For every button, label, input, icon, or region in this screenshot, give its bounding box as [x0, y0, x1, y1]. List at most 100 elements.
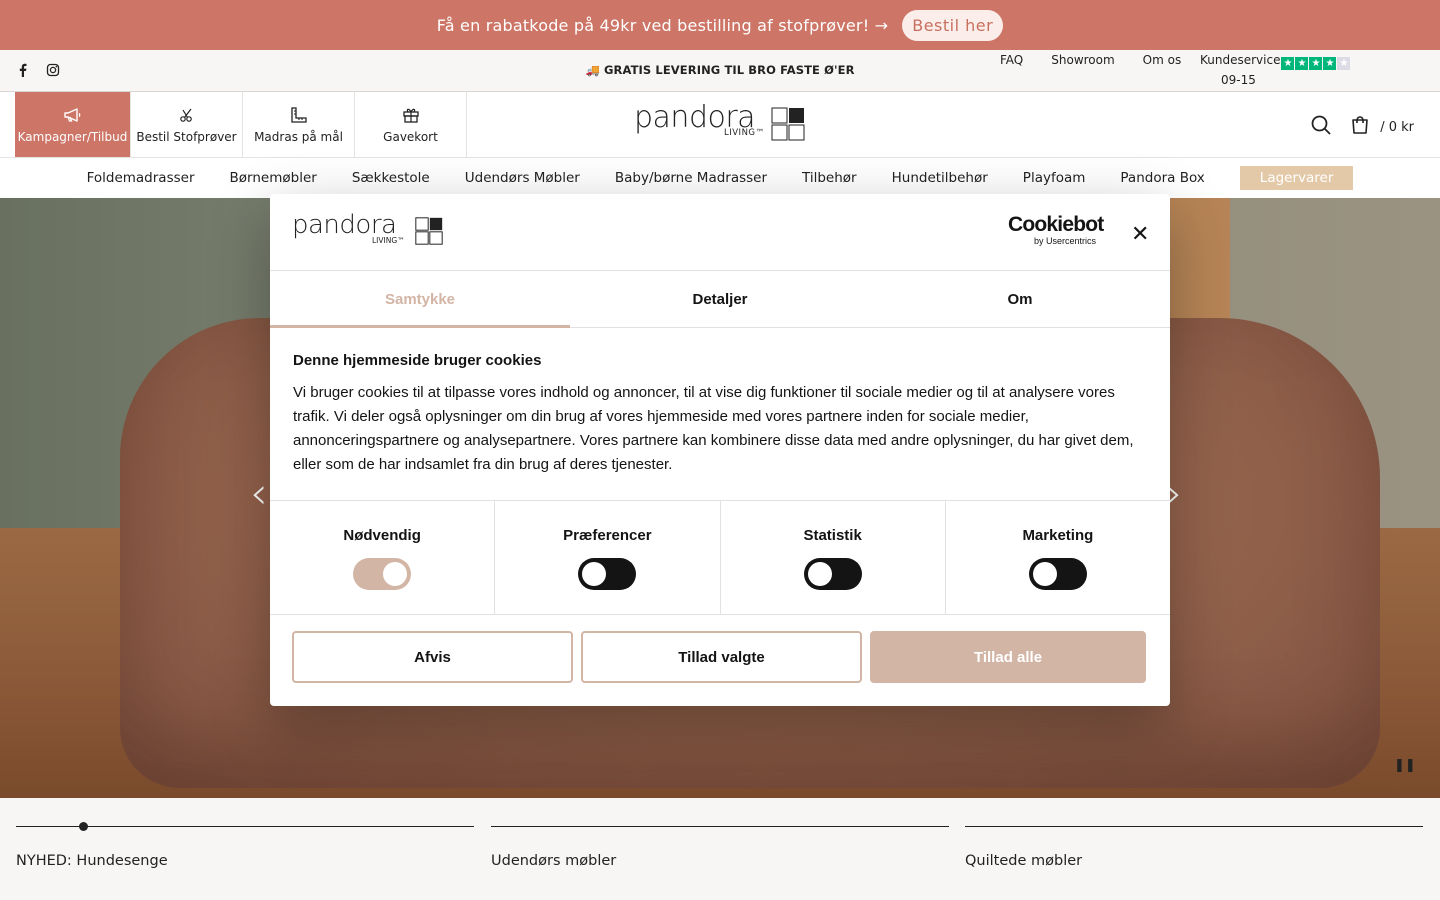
- slide-progress-dot: [79, 822, 88, 831]
- site-header: Kampagner/Tilbud Bestil Stofprøver Madra…: [0, 92, 1440, 158]
- star-icon: ★: [1337, 57, 1351, 70]
- order-samples-button[interactable]: Bestil her: [902, 9, 1004, 41]
- ruler-icon: [290, 106, 308, 124]
- cookie-body: Denne hjemmeside bruger cookies Vi bruge…: [270, 328, 1170, 501]
- toggle-knob: [807, 562, 832, 586]
- search-icon[interactable]: [1310, 114, 1332, 140]
- slide-tab[interactable]: NYHED: Hundesenge: [16, 822, 474, 869]
- category-baby-madrasser[interactable]: Baby/børne Madrasser: [615, 170, 767, 186]
- category-foldemadrasser[interactable]: Foldemadrasser: [87, 170, 195, 186]
- logo-subtitle: LIVING™: [372, 236, 405, 245]
- quick-link-custom-mattress[interactable]: Madras på mål: [243, 92, 355, 157]
- marketing-toggle[interactable]: [1028, 558, 1087, 590]
- showroom-link[interactable]: Showroom: [1051, 53, 1114, 67]
- star-icon: ★: [1295, 57, 1309, 70]
- toggle-group-necessary: Nødvendig: [270, 501, 496, 614]
- cookiebot-brand-sub: by Usercentrics: [1034, 236, 1097, 246]
- about-link[interactable]: Om os: [1143, 53, 1182, 67]
- customer-service[interactable]: Kundeservice ★ ★ ★ ★ ★: [1200, 53, 1351, 70]
- preferences-toggle[interactable]: [578, 558, 637, 590]
- quick-link-label: Madras på mål: [254, 129, 343, 144]
- trustpilot-rating: ★ ★ ★ ★ ★: [1281, 57, 1351, 70]
- toggle-knob: [582, 562, 607, 586]
- slider-prev-icon[interactable]: ‹: [250, 468, 268, 519]
- star-icon: ★: [1281, 57, 1295, 70]
- cookie-tabs: Samtykke Detaljer Om: [270, 271, 1170, 328]
- megaphone-icon: [63, 106, 83, 124]
- category-playfoam[interactable]: Playfoam: [1023, 170, 1086, 186]
- logo-squares-icon: [771, 107, 805, 141]
- category-udendors-mobler[interactable]: Udendørs Møbler: [465, 170, 580, 186]
- slide-tab[interactable]: Quiltede møbler: [965, 826, 1423, 869]
- slide-tab-label: Udendørs møbler: [491, 853, 617, 869]
- quick-link-label: Bestil Stofprøver: [136, 129, 237, 144]
- utility-bar: 🚚 GRATIS LEVERING TIL BRO FASTE Ø'ER FAQ…: [0, 50, 1440, 92]
- close-icon[interactable]: ✕: [1131, 221, 1149, 247]
- announcement-text: Få en rabatkode på 49kr ved bestilling a…: [436, 15, 889, 35]
- toggle-knob: [1032, 562, 1057, 586]
- cart-total: / 0 kr: [1380, 119, 1414, 135]
- category-hundetilbehor[interactable]: Hundetilbehør: [892, 170, 988, 186]
- slider-tabs: NYHED: Hundesenge Udendørs møbler Quilte…: [0, 798, 1440, 900]
- pandora-logo[interactable]: pandora LIVING™: [634, 100, 806, 144]
- toggle-label: Statistik: [803, 527, 862, 544]
- quick-links: Kampagner/Tilbud Bestil Stofprøver Madra…: [15, 92, 467, 157]
- toggle-label: Nødvendig: [343, 527, 421, 544]
- allow-all-button[interactable]: Tillad alle: [870, 631, 1146, 683]
- faq-link[interactable]: FAQ: [1000, 53, 1023, 67]
- quick-link-campaigns[interactable]: Kampagner/Tilbud: [15, 92, 131, 157]
- category-nav: Foldemadrasser Børnemøbler Sækkestole Ud…: [0, 158, 1440, 198]
- logo-squares-icon: [415, 217, 443, 245]
- statistics-toggle[interactable]: [803, 558, 862, 590]
- customer-service-label: Kundeservice: [1200, 53, 1281, 67]
- cookie-consent-dialog: pandora LIVING™ Cookiebot by Usercentric…: [270, 194, 1170, 706]
- scissors-icon: [178, 106, 196, 124]
- necessary-toggle[interactable]: [353, 558, 412, 590]
- category-bornemobler[interactable]: Børnemøbler: [230, 170, 317, 186]
- slide-tab-label: Quiltede møbler: [965, 853, 1083, 869]
- category-tilbehor[interactable]: Tilbehør: [802, 170, 857, 186]
- toggle-knob: [383, 562, 408, 586]
- pandora-logo: pandora LIVING™: [292, 210, 444, 248]
- cart-icon: [1350, 115, 1370, 139]
- quick-link-gift-card[interactable]: Gavekort: [355, 92, 467, 157]
- gift-icon: [402, 106, 420, 124]
- star-icon: ★: [1323, 57, 1337, 70]
- tab-samtykke[interactable]: Samtykke: [270, 271, 570, 328]
- slide-tab-label: NYHED: Hundesenge: [16, 853, 168, 869]
- allow-selected-button[interactable]: Tillad valgte: [581, 631, 862, 683]
- quick-link-label: Kampagner/Tilbud: [17, 129, 128, 144]
- hero-chair-leg: [1170, 198, 1230, 328]
- quick-link-label: Gavekort: [383, 129, 438, 144]
- slide-progress-line: [491, 826, 949, 827]
- cookie-buttons: Afvis Tillad valgte Tillad alle: [270, 615, 1170, 683]
- cookiebot-logo[interactable]: Cookiebot by Usercentrics: [1008, 213, 1104, 247]
- header-actions: / 0 kr: [1310, 114, 1414, 140]
- cookie-description: Vi bruger cookies til at tilpasse vores …: [293, 384, 1134, 473]
- opening-hours: 09-15: [1221, 73, 1256, 87]
- cookie-category-toggles: Nødvendig Præferencer Statistik Marketin…: [270, 501, 1170, 615]
- utility-links: FAQ Showroom Om os: [1000, 53, 1181, 67]
- announcement-bar: Få en rabatkode på 49kr ved bestilling a…: [0, 0, 1440, 50]
- quick-link-fabric-samples[interactable]: Bestil Stofprøver: [131, 92, 243, 157]
- toggle-group-preferences: Præferencer: [495, 501, 721, 614]
- cookie-dialog-header: pandora LIVING™ Cookiebot by Usercentric…: [270, 194, 1170, 271]
- category-pandora-box[interactable]: Pandora Box: [1120, 170, 1204, 186]
- cookiebot-brand: Cookiebot: [1008, 213, 1104, 236]
- toggle-group-marketing: Marketing: [946, 501, 1170, 614]
- toggle-group-statistics: Statistik: [721, 501, 946, 614]
- category-lagervarer[interactable]: Lagervarer: [1239, 166, 1354, 190]
- toggle-label: Præferencer: [563, 527, 652, 544]
- star-icon: ★: [1309, 57, 1323, 70]
- toggle-label: Marketing: [1022, 527, 1094, 544]
- cart-button[interactable]: / 0 kr: [1350, 115, 1414, 139]
- slide-progress-line: [965, 826, 1423, 827]
- logo-subtitle: LIVING™: [724, 128, 765, 138]
- tab-om[interactable]: Om: [870, 271, 1170, 327]
- cookie-title: Denne hjemmeside bruger cookies: [293, 352, 542, 369]
- slide-tab[interactable]: Udendørs møbler: [491, 826, 949, 869]
- tab-detaljer[interactable]: Detaljer: [570, 271, 870, 327]
- category-saekkestole[interactable]: Sækkestole: [352, 170, 430, 186]
- pause-icon[interactable]: ❚❚: [1394, 758, 1416, 773]
- reject-button[interactable]: Afvis: [292, 631, 573, 683]
